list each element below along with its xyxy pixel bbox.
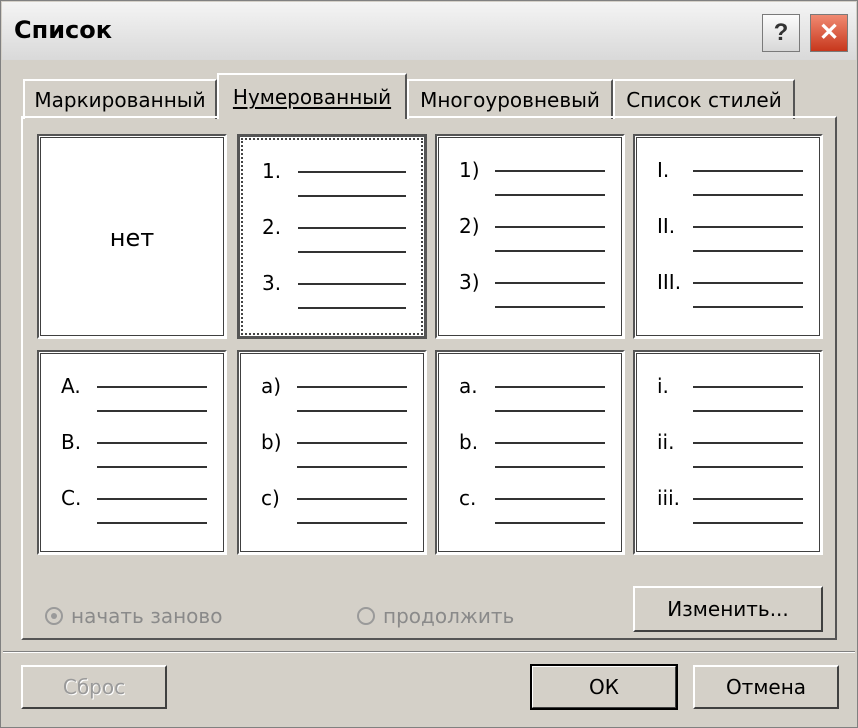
cancel-button-label: Отмена [725,675,807,699]
tab-bulleted-label: Маркированный [34,88,206,112]
question-mark-icon: ? [773,19,789,46]
ok-button-label: ОК [589,675,619,699]
tab-numbered-label: Нумерованный [232,85,392,109]
tab-numbered[interactable]: Нумерованный [217,73,407,119]
tab-multilevel-label: Многоуровневый [420,88,600,112]
close-icon: ✕ [818,19,840,46]
cancel-button[interactable]: Отмена [693,665,839,709]
tab-multilevel[interactable]: Многоуровневый [407,79,613,119]
dialog-title: Список [14,16,113,44]
tab-bulleted[interactable]: Маркированный [23,79,217,119]
tab-panel [21,116,837,640]
tab-list-styles[interactable]: Список стилей [613,79,795,119]
list-dialog: Список ? ✕ Маркированный Нумерованный Мн… [0,0,858,728]
title-bar: Список ? ✕ [2,2,856,60]
help-button[interactable]: ? [762,14,800,52]
footer-divider [3,651,855,653]
ok-button[interactable]: ОК [530,664,678,710]
reset-button[interactable]: Сброс [21,665,167,709]
tab-list-styles-label: Список стилей [626,88,782,112]
reset-button-label: Сброс [62,675,126,699]
close-button[interactable]: ✕ [810,14,848,52]
